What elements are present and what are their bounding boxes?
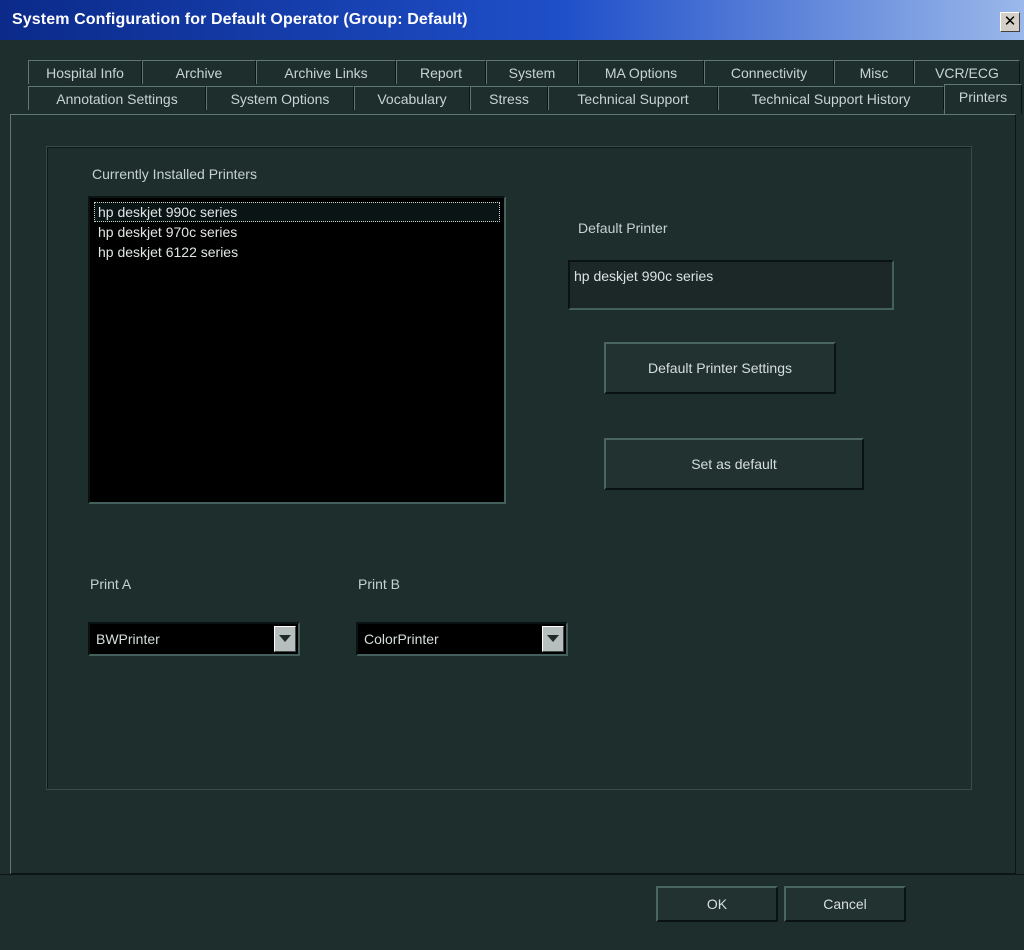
tab-label: Vocabulary xyxy=(377,91,447,107)
print-b-value: ColorPrinter xyxy=(364,631,439,647)
tab-system[interactable]: System xyxy=(486,60,578,84)
default-printer-label: Default Printer xyxy=(578,220,668,236)
list-item[interactable]: hp deskjet 990c series xyxy=(94,202,500,222)
cancel-button[interactable]: Cancel xyxy=(784,886,906,922)
list-item[interactable]: hp deskjet 970c series xyxy=(94,222,500,242)
window-title: System Configuration for Default Operato… xyxy=(12,11,468,28)
print-a-select[interactable]: BWPrinter xyxy=(88,622,300,656)
default-printer-settings-button[interactable]: Default Printer Settings xyxy=(604,342,836,394)
tab-misc[interactable]: Misc xyxy=(834,60,914,84)
tab-label: System xyxy=(508,65,556,81)
title-bar: System Configuration for Default Operato… xyxy=(0,0,1024,40)
tab-vocabulary[interactable]: Vocabulary xyxy=(354,86,470,110)
installed-printers-label: Currently Installed Printers xyxy=(92,166,257,182)
divider xyxy=(0,874,1024,875)
set-as-default-button[interactable]: Set as default xyxy=(604,438,864,490)
ok-button[interactable]: OK xyxy=(656,886,778,922)
default-printer-field: hp deskjet 990c series xyxy=(568,260,894,310)
tab-connectivity[interactable]: Connectivity xyxy=(704,60,834,84)
tab-archive-links[interactable]: Archive Links xyxy=(256,60,396,84)
print-a-value: BWPrinter xyxy=(96,631,160,647)
tab-label: Connectivity xyxy=(730,65,808,81)
chevron-down-icon[interactable] xyxy=(274,626,296,652)
tab-stress[interactable]: Stress xyxy=(470,86,548,110)
tab-label: Archive Links xyxy=(284,65,368,81)
tab-report[interactable]: Report xyxy=(396,60,486,84)
tab-label: Archive xyxy=(175,65,223,81)
tab-archive[interactable]: Archive xyxy=(142,60,256,84)
tab-vcr-ecg[interactable]: VCR/ECG xyxy=(914,60,1020,84)
tab-printers[interactable]: Printers xyxy=(944,84,1022,114)
tab-label: Hospital Info xyxy=(46,65,124,81)
print-b-label: Print B xyxy=(358,576,401,592)
print-b-select[interactable]: ColorPrinter xyxy=(356,622,568,656)
list-item[interactable]: hp deskjet 6122 series xyxy=(94,242,500,262)
tab-technical-support[interactable]: Technical Support xyxy=(548,86,718,110)
tab-label: MA Options xyxy=(604,65,678,81)
tab-label: Report xyxy=(419,65,463,81)
tab-system-options[interactable]: System Options xyxy=(206,86,354,110)
tab-annotation-settings[interactable]: Annotation Settings xyxy=(28,86,206,110)
tab-label: VCR/ECG xyxy=(935,65,999,81)
tab-label: Stress xyxy=(489,91,529,107)
tab-hospital-info[interactable]: Hospital Info xyxy=(28,60,142,84)
tab-ma-options[interactable]: MA Options xyxy=(578,60,704,84)
close-icon[interactable]: ✕ xyxy=(1000,12,1020,32)
tab-label: System Options xyxy=(230,91,330,107)
tab-label: Technical Support xyxy=(577,91,689,107)
tab-label: Annotation Settings xyxy=(56,91,178,107)
tab-label: Technical Support History xyxy=(751,91,911,107)
print-a-label: Print A xyxy=(90,576,132,592)
tab-label: Printers xyxy=(958,89,1008,105)
tab-label: Misc xyxy=(859,65,889,81)
chevron-down-icon[interactable] xyxy=(542,626,564,652)
installed-printers-list[interactable]: hp deskjet 990c series hp deskjet 970c s… xyxy=(88,196,506,504)
tab-technical-support-history[interactable]: Technical Support History xyxy=(718,86,944,110)
